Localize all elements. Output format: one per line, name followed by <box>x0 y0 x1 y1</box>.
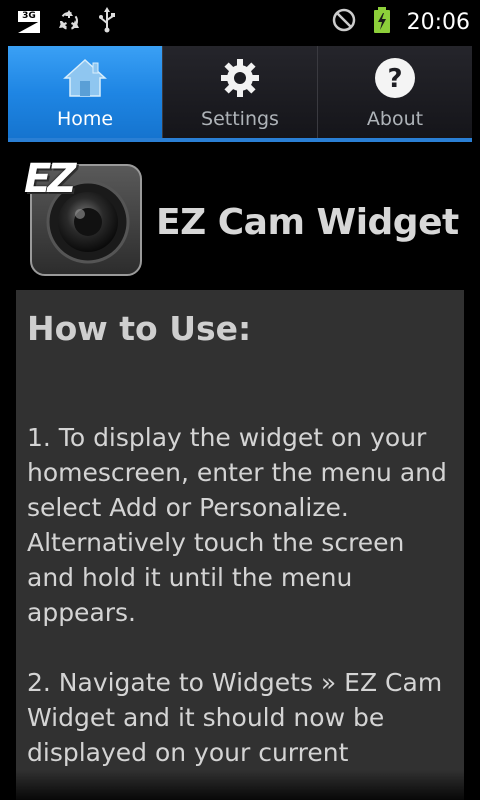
instruction-step-1: 1. To display the widget on your homescr… <box>27 423 447 627</box>
status-bar: 3G 20:06 <box>0 0 480 38</box>
gear-icon <box>216 54 264 102</box>
instruction-step-2: 2. Navigate to Widgets » EZ Cam Widget a… <box>27 668 443 767</box>
tab-about-label: About <box>366 108 424 130</box>
home-icon <box>61 54 109 102</box>
tab-settings-label: Settings <box>201 108 279 130</box>
scroll-fade <box>16 770 464 800</box>
app-logo: EZ <box>24 156 144 278</box>
instructions-panel[interactable]: How to Use: 1. To display the widget on … <box>16 290 464 800</box>
usb-icon <box>98 7 116 37</box>
help-icon: ? <box>371 54 419 102</box>
instructions-heading: How to Use: <box>27 309 252 348</box>
tab-bar: Home Settings ? About <box>8 46 472 142</box>
battery-charging-icon <box>373 6 391 38</box>
recycle-icon <box>56 8 82 36</box>
svg-text:?: ? <box>387 64 402 94</box>
no-sim-icon <box>331 7 357 37</box>
3g-data-icon: 3G <box>18 11 40 33</box>
app-header: EZ EZ Cam Widget <box>24 156 468 278</box>
app-title: EZ Cam Widget <box>156 202 459 243</box>
tab-home[interactable]: Home <box>8 46 163 138</box>
logo-text: EZ <box>24 156 76 202</box>
tab-about[interactable]: ? About <box>318 46 472 138</box>
tab-settings[interactable]: Settings <box>163 46 318 138</box>
status-time: 20:06 <box>406 9 470 35</box>
tab-home-label: Home <box>56 108 114 130</box>
